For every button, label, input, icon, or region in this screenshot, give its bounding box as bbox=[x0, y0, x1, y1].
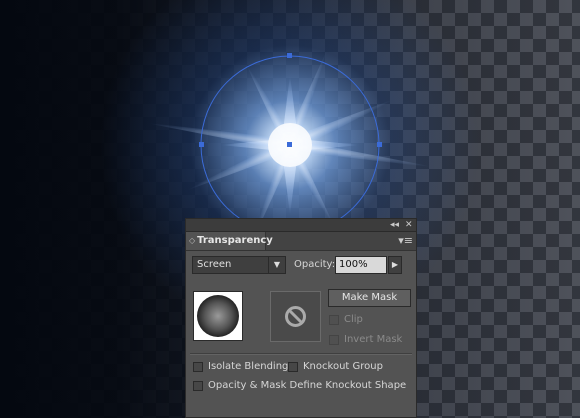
isolate-blending-label: Isolate Blending bbox=[208, 361, 289, 372]
tab-stepper-icon: ◇ bbox=[189, 236, 196, 245]
anchor-point bbox=[287, 53, 292, 58]
close-panel-button[interactable]: ✕ bbox=[405, 219, 413, 231]
artwork-thumbnail[interactable] bbox=[193, 291, 243, 341]
right-arrow-icon[interactable]: ▶ bbox=[388, 256, 402, 274]
invert-mask-checkbox[interactable] bbox=[329, 335, 339, 345]
knockout-group-label: Knockout Group bbox=[303, 361, 383, 372]
isolate-blending-checkbox[interactable] bbox=[193, 362, 203, 372]
blend-mode-value: Screen bbox=[197, 259, 232, 270]
clip-label: Clip bbox=[344, 314, 363, 325]
dropdown-caret-icon[interactable]: ▼ bbox=[268, 257, 285, 273]
blend-mode-select[interactable]: Screen ▼ bbox=[192, 256, 286, 274]
collapse-panel-button[interactable]: ◂◂ bbox=[390, 219, 399, 231]
anchor-point bbox=[287, 142, 292, 147]
clip-checkbox[interactable] bbox=[329, 315, 339, 325]
panel-divider bbox=[190, 353, 412, 355]
panel-title-bar[interactable]: ◂◂ ✕ bbox=[186, 219, 416, 232]
tab-title: Transparency bbox=[197, 235, 273, 246]
invert-mask-label: Invert Mask bbox=[344, 334, 403, 345]
transparency-panel: ◂◂ ✕ ◇ Transparency ▾≡ Screen ▼ Opacity: … bbox=[185, 218, 417, 418]
tab-transparency[interactable]: ◇ Transparency bbox=[186, 232, 273, 250]
knockout-group-checkbox[interactable] bbox=[288, 362, 298, 372]
panel-tab-row: ◇ Transparency ▾≡ bbox=[186, 232, 416, 251]
anchor-point bbox=[199, 142, 204, 147]
opacity-label: Opacity: bbox=[294, 259, 336, 270]
panel-menu-icon[interactable]: ▾≡ bbox=[398, 234, 413, 248]
opacity-input[interactable]: 100% bbox=[335, 256, 387, 274]
anchor-point bbox=[377, 142, 382, 147]
circle-slash-icon bbox=[285, 306, 306, 327]
opacity-mask-knockout-label: Opacity & Mask Define Knockout Shape bbox=[208, 380, 407, 391]
make-mask-button[interactable]: Make Mask bbox=[328, 289, 411, 307]
thumbnail-image bbox=[197, 295, 239, 337]
opacity-mask-knockout-checkbox[interactable] bbox=[193, 381, 203, 391]
opacity-mask-slot[interactable] bbox=[270, 291, 321, 342]
